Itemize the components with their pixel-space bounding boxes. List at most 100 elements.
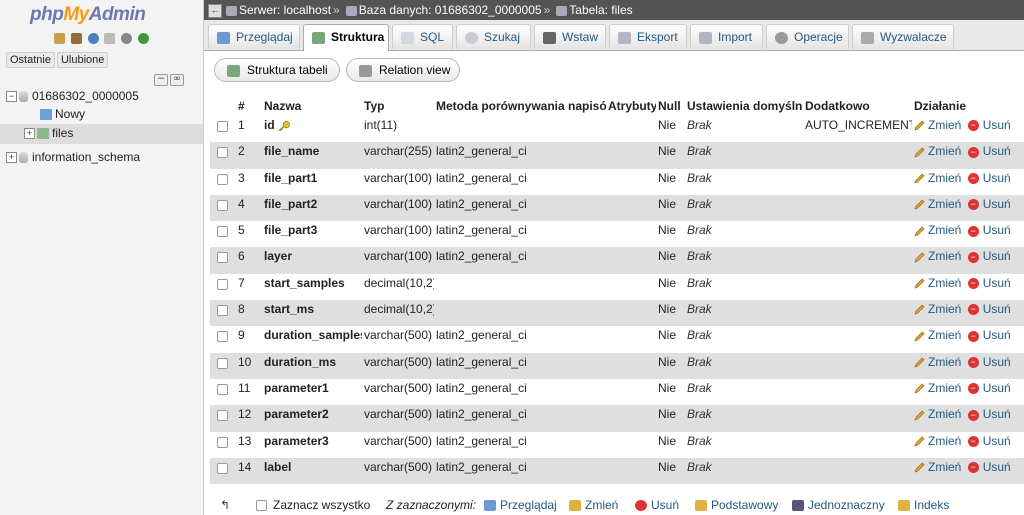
bulk-drop[interactable]: Usuń	[635, 496, 679, 514]
row-checkbox[interactable]	[217, 410, 228, 422]
row-checkbox[interactable]	[217, 278, 228, 290]
expand-icon[interactable]: +	[24, 128, 35, 140]
edit-link[interactable]: Zmień	[914, 223, 961, 237]
bulk-primary[interactable]: Podstawowy	[695, 496, 778, 514]
expand-icon[interactable]: +	[6, 152, 17, 164]
docs-icon[interactable]	[104, 33, 116, 44]
tab-sql[interactable]: SQL	[392, 24, 453, 49]
drop-link[interactable]: − Usuń	[967, 223, 1011, 237]
drop-link[interactable]: − Usuń	[967, 118, 1011, 132]
drop-link[interactable]: − Usuń	[967, 276, 1011, 290]
edit-link[interactable]: Zmień	[914, 197, 961, 211]
tree-item-new[interactable]: Nowy	[40, 107, 85, 121]
drop-link[interactable]: − Usuń	[967, 460, 1011, 474]
tab-insert[interactable]: Wstaw	[534, 24, 606, 49]
row-checkbox[interactable]	[217, 252, 228, 264]
nav-tab-favorites[interactable]: Ulubione	[56, 52, 109, 68]
edit-link[interactable]: Zmień	[914, 434, 961, 448]
drop-link[interactable]: − Usuń	[967, 434, 1011, 448]
tree-item-db1[interactable]: −01686302_0000005	[6, 89, 139, 103]
tab-browse[interactable]: Przeglądaj	[208, 24, 300, 49]
row-number: 12	[236, 405, 262, 432]
collapse-icon[interactable]: −	[6, 91, 17, 103]
edit-link[interactable]: Zmień	[914, 460, 961, 474]
edit-link[interactable]: Zmień	[914, 328, 961, 342]
edit-link[interactable]: Zmień	[914, 171, 961, 185]
nav-tab-recent[interactable]: Ostatnie	[6, 52, 55, 68]
row-checkbox[interactable]	[217, 147, 228, 159]
edit-link[interactable]: Zmień	[914, 118, 961, 132]
row-null: Nie	[656, 378, 685, 406]
breadcrumb-database[interactable]: Baza danych: 01686302_0000005	[359, 3, 542, 17]
link-with-main-icon[interactable]: ∞	[170, 74, 184, 86]
row-default: Brak	[685, 168, 803, 195]
row-checkbox[interactable]	[217, 331, 228, 343]
col-action: Działanie	[912, 96, 1024, 116]
logout-icon[interactable]	[70, 33, 82, 44]
breadcrumb-table[interactable]: Tabela: files	[569, 3, 632, 17]
drop-link[interactable]: − Usuń	[967, 328, 1011, 342]
drop-link[interactable]: − Usuń	[967, 381, 1011, 395]
edit-link[interactable]: Zmień	[914, 381, 961, 395]
bulk-browse[interactable]: Przeglądaj	[484, 496, 557, 514]
tree-item-db2[interactable]: + information_schema	[6, 150, 140, 164]
relation-view-button[interactable]: Relation view	[346, 58, 460, 82]
edit-link[interactable]: Zmień	[914, 407, 961, 421]
tab-operations[interactable]: Operacje	[766, 24, 849, 49]
field-name: duration_ms	[264, 354, 337, 369]
drop-link[interactable]: − Usuń	[967, 302, 1011, 316]
tree-item-files[interactable]: + files	[24, 126, 73, 140]
drop-link[interactable]: − Usuń	[967, 407, 1011, 421]
phpmyadmin-logo[interactable]: phpMyAdmin	[30, 4, 146, 26]
row-actions: Zmień − Usuń	[912, 247, 1024, 274]
help-icon[interactable]	[87, 33, 99, 44]
row-checkbox[interactable]	[217, 436, 228, 448]
bulk-unique[interactable]: Jednoznaczny	[792, 496, 885, 514]
row-select	[210, 352, 236, 379]
edit-link[interactable]: Zmień	[914, 144, 961, 158]
row-checkbox[interactable]	[217, 121, 228, 132]
breadcrumb-server[interactable]: Serwer: localhost	[239, 3, 331, 17]
drop-link[interactable]: − Usuń	[967, 249, 1011, 263]
delete-icon: −	[967, 435, 979, 447]
col-number: #	[236, 96, 262, 116]
collapse-all-icon[interactable]: −	[154, 74, 168, 86]
home-icon[interactable]	[54, 33, 65, 44]
drop-link[interactable]: − Usuń	[967, 171, 1011, 185]
edit-link[interactable]: Zmień	[914, 302, 961, 316]
settings-icon[interactable]	[121, 33, 133, 44]
table-structure-button[interactable]: Struktura tabeli	[214, 58, 340, 82]
separator-icon: »	[333, 3, 340, 17]
row-checkbox[interactable]	[217, 226, 228, 238]
drop-link[interactable]: − Usuń	[967, 197, 1011, 211]
row-select	[210, 326, 236, 353]
bulk-index[interactable]: Indeks	[898, 496, 949, 514]
structure-table: # Nazwa Typ Metoda porównywania napisów …	[210, 96, 1024, 485]
edit-link[interactable]: Zmień	[914, 249, 961, 263]
check-all-checkbox[interactable]	[256, 500, 267, 512]
row-checkbox[interactable]	[217, 383, 228, 395]
bulk-edit[interactable]: Zmień	[569, 496, 618, 514]
tab-structure[interactable]: Struktura	[303, 24, 389, 51]
row-checkbox[interactable]	[217, 357, 228, 369]
tab-search[interactable]: Szukaj	[456, 24, 531, 49]
drop-link[interactable]: − Usuń	[967, 144, 1011, 158]
tab-export[interactable]: Eksport	[609, 24, 687, 49]
col-attributes: Atrybuty	[606, 96, 656, 116]
check-all[interactable]: Zaznacz wszystko	[256, 496, 370, 514]
tab-import[interactable]: Import	[690, 24, 763, 49]
row-checkbox[interactable]	[217, 305, 228, 317]
with-selected-label: Z zaznaczonymi:	[386, 498, 477, 512]
row-checkbox[interactable]	[217, 199, 228, 211]
row-checkbox[interactable]	[217, 462, 228, 474]
edit-link[interactable]: Zmień	[914, 355, 961, 369]
edit-link[interactable]: Zmień	[914, 276, 961, 290]
row-collation: latin2_general_ci	[434, 457, 606, 485]
tab-triggers[interactable]: Wyzwalacze	[852, 24, 954, 49]
reload-icon[interactable]	[138, 33, 150, 44]
row-collation: latin2_general_ci	[434, 378, 606, 406]
drop-link[interactable]: − Usuń	[967, 355, 1011, 369]
breadcrumb: ← Serwer: localhost» Baza danych: 01686302…	[204, 0, 1024, 20]
row-checkbox[interactable]	[217, 173, 228, 185]
nav-toggle-icon[interactable]: ←	[208, 3, 222, 18]
